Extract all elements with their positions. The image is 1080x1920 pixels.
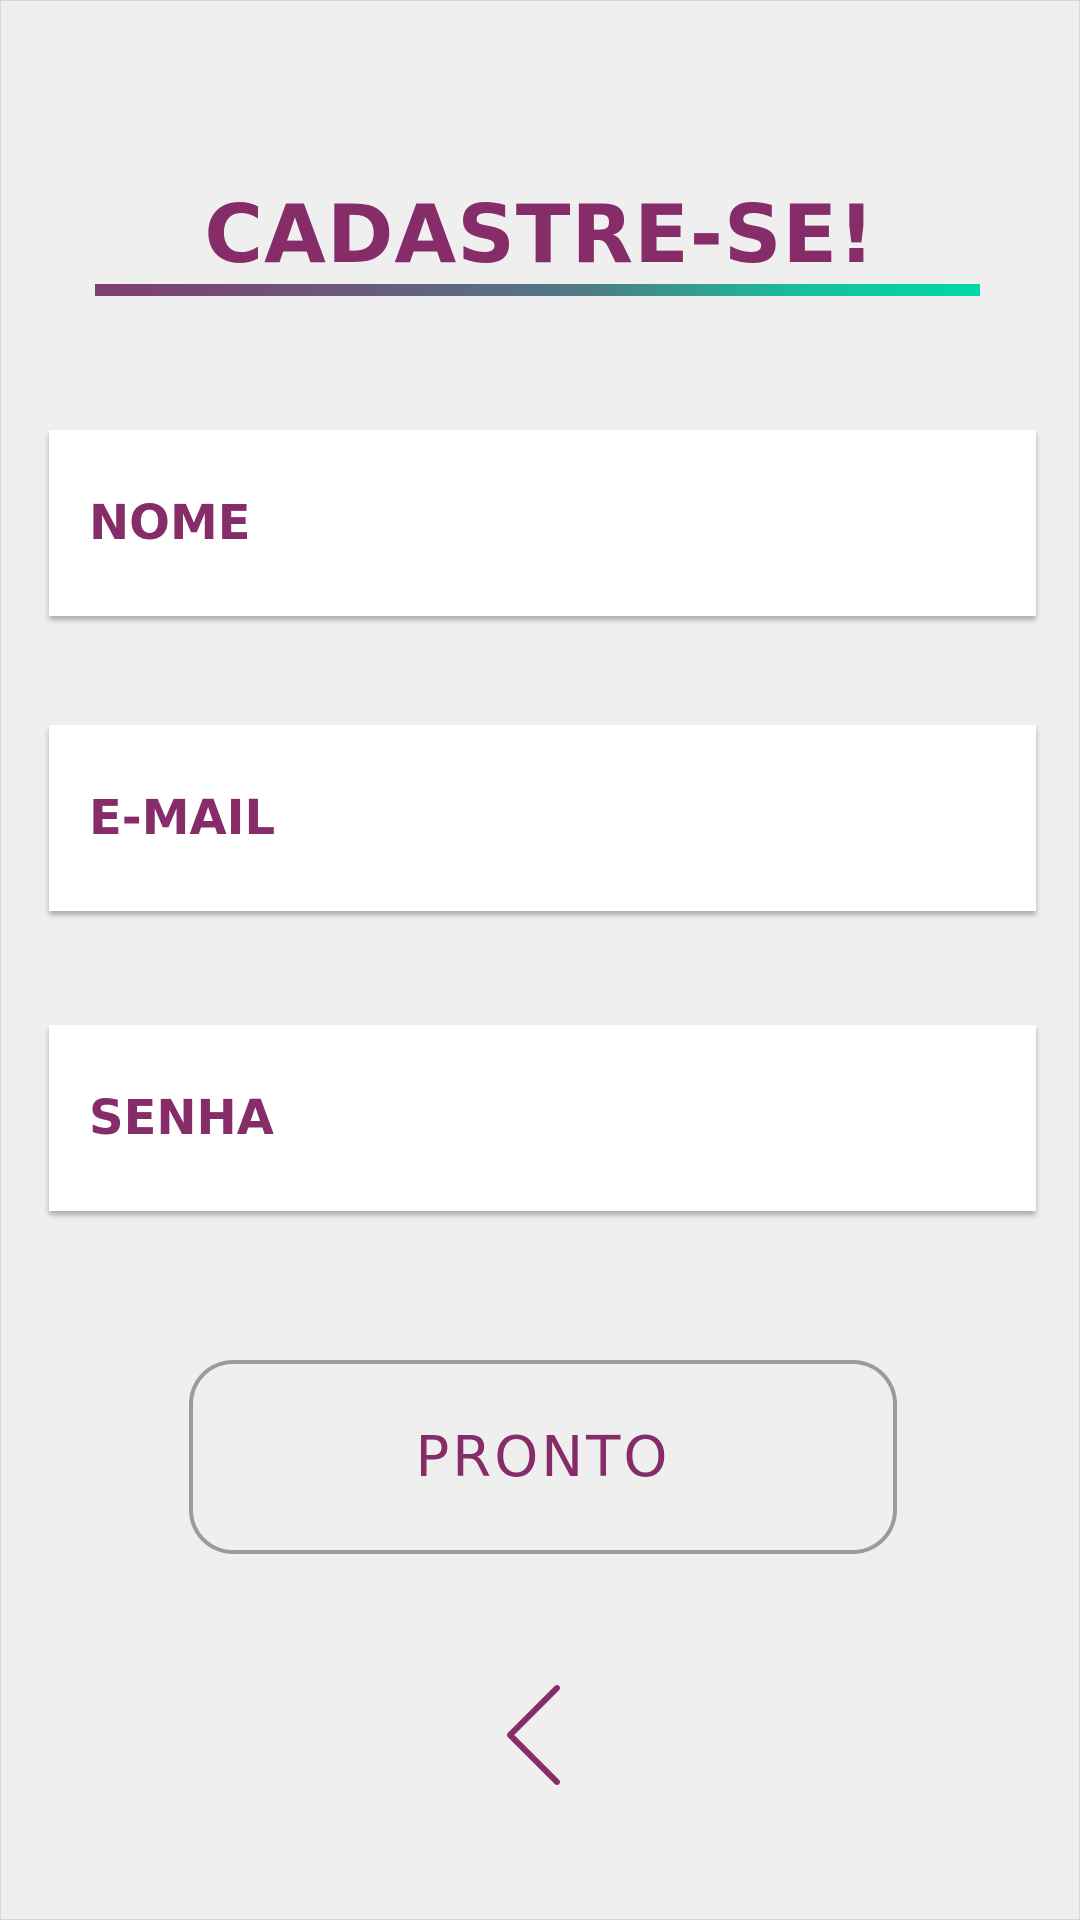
submit-button-label: PRONTO xyxy=(415,1424,671,1490)
email-field[interactable]: E-MAIL xyxy=(49,725,1036,911)
email-field-label: E-MAIL xyxy=(89,790,276,846)
chevron-left-icon xyxy=(507,1685,560,1785)
title-underline xyxy=(95,284,980,296)
name-field-label: NOME xyxy=(89,495,251,551)
password-field-label: SENHA xyxy=(89,1090,274,1146)
page-title: CADASTRE-SE! xyxy=(204,188,876,281)
back-button[interactable] xyxy=(490,1675,570,1785)
submit-button[interactable]: PRONTO xyxy=(189,1360,897,1554)
name-field[interactable]: NOME xyxy=(49,430,1036,616)
password-field[interactable]: SENHA xyxy=(49,1025,1036,1211)
